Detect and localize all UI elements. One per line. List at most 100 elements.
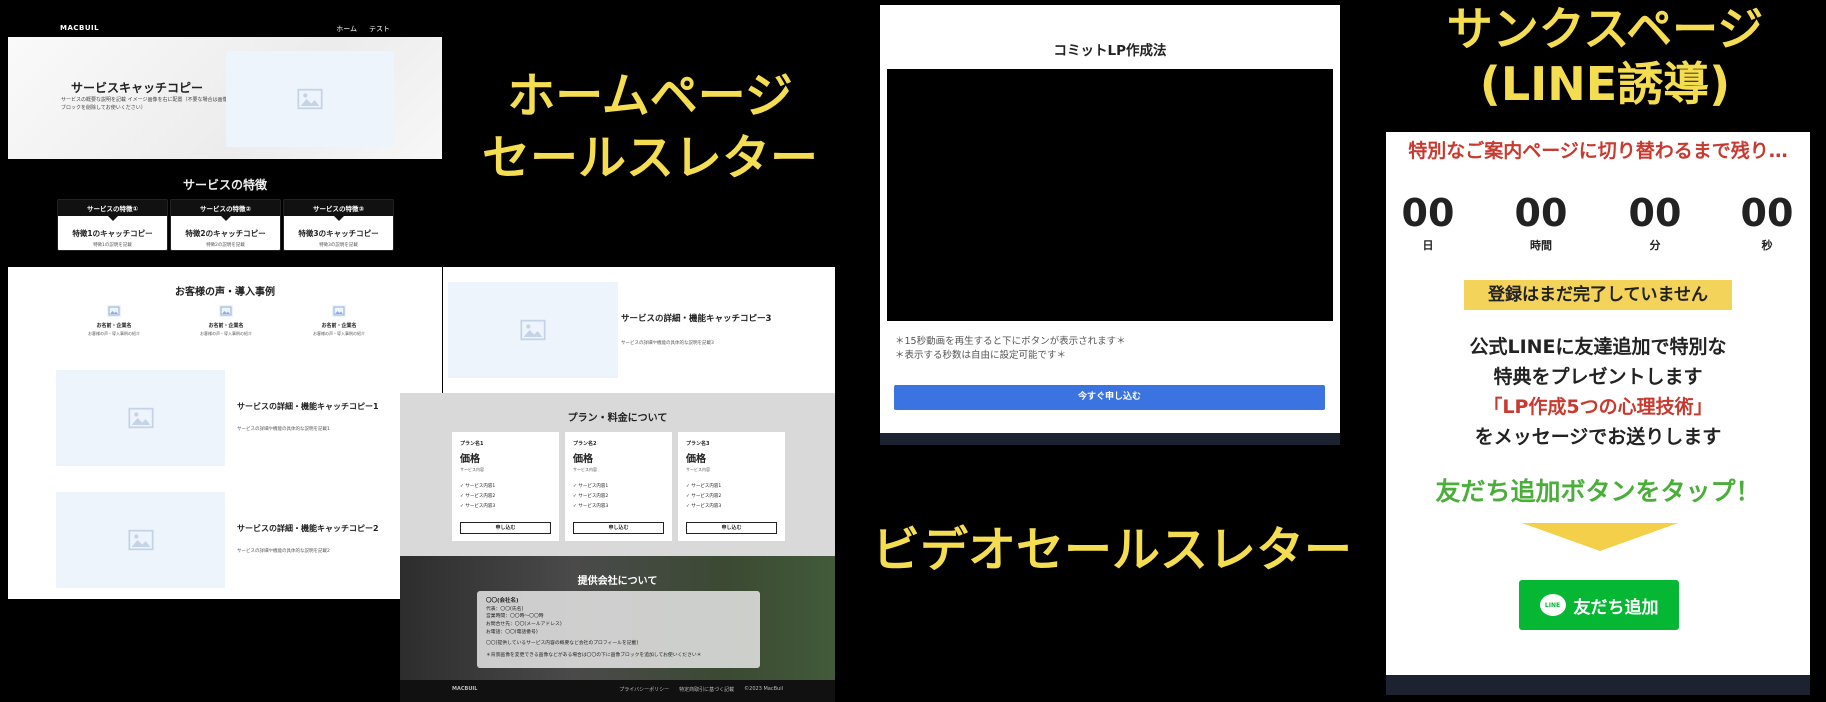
feature-card: サービスの特徴① 特徴1のキャッチコピー 特徴1の説明を記載 [57, 199, 168, 251]
image-icon [127, 529, 154, 551]
detail-title: サービスの詳細・機能キャッチコピー3 [621, 314, 772, 324]
label-line: ホームページ [507, 68, 793, 124]
feature-card-desc: 特徴2の説明を記載 [206, 243, 245, 248]
countdown-minutes: 00 分 [1615, 194, 1695, 253]
plan-name: プラン名1 [460, 441, 484, 447]
message-line: 特典をプレゼントします [1493, 366, 1703, 389]
label-line: セールスレター [481, 130, 818, 187]
site-footer: MACBUIL プライバシーポリシー 特定商取引に基づく記載 ©2023 Mac… [400, 680, 835, 702]
registration-warning: 登録はまだ完了していません [1464, 280, 1732, 310]
plan-card: プラン名2 価格 サービス内容 サービス内容1 サービス内容2 サービス内容3 … [565, 432, 672, 541]
plan-card: プラン名3 価格 サービス内容 サービス内容1 サービス内容2 サービス内容3 … [678, 432, 785, 541]
video-player[interactable] [887, 69, 1333, 321]
plan-apply-button[interactable]: 申し込む [686, 522, 777, 534]
company-line: 代表：〇〇(氏名) [486, 606, 524, 612]
plan-item: サービス内容1 [573, 483, 664, 489]
company-section: 提供会社について 〇〇(会社名) 代表：〇〇(氏名) 営業時間：〇〇時〜〇〇時 … [400, 556, 835, 680]
plan-item: サービス内容1 [686, 483, 777, 489]
image-icon [219, 305, 233, 317]
feature-card-title: 特徴3のキャッチコピー [298, 229, 379, 238]
feature-card: サービスの特徴③ 特徴3のキャッチコピー 特徴3の説明を記載 [283, 199, 394, 251]
company-line: 営業時間：〇〇時〜〇〇時 [486, 614, 544, 620]
plan-card: プラン名1 価格 サービス内容 サービス内容1 サービス内容2 サービス内容3 … [452, 432, 559, 541]
detail-title: サービスの詳細・機能キャッチコピー2 [237, 524, 379, 533]
video-note: ＊15秒動画を再生すると下にボタンが表示されます＊ [895, 336, 1126, 347]
testimonial-desc: お客様の声・導入事例の紹介 [313, 331, 365, 336]
home-logo[interactable]: MACBUIL [60, 24, 99, 32]
line-button-label: 友だち追加 [1573, 597, 1659, 618]
hero-description: サービスの概要な説明を記載 イメージ画像を右に配置（不要な場合は画像ブロックを削… [61, 97, 228, 111]
detail-desc: サービスの詳細や機能の具体的な説明を記載2 [237, 549, 330, 554]
feature-card: サービスの特徴② 特徴2のキャッチコピー 特徴2の説明を記載 [170, 199, 281, 251]
footer-logo[interactable]: MACBUIL [452, 686, 477, 692]
plan-item: サービス内容3 [460, 503, 551, 509]
video-sales-page: コミットLP作成法 ＊15秒動画を再生すると下にボタンが表示されます＊ ＊表示す… [880, 5, 1340, 445]
countdown-seconds: 00 秒 [1727, 194, 1807, 253]
label-line: (LINE誘導) [1479, 57, 1731, 112]
testimonials-title: お客様の声・導入事例 [175, 287, 275, 298]
pricing-section: プラン・料金について プラン名1 価格 サービス内容 サービス内容1 サービス内… [400, 393, 835, 556]
detail-image-placeholder [448, 282, 618, 378]
countdown-days: 00 日 [1388, 194, 1468, 253]
plan-item: サービス内容2 [573, 493, 664, 499]
image-icon [107, 305, 121, 317]
company-info-box: 〇〇(会社名) 代表：〇〇(氏名) 営業時間：〇〇時〜〇〇時 お問合せ先：〇〇(… [477, 591, 760, 668]
plan-apply-button[interactable]: 申し込む [460, 522, 551, 534]
feature-card-header: サービスの特徴② [171, 200, 280, 221]
line-add-friend-button[interactable]: LINE 友だち追加 [1519, 580, 1679, 630]
line-offer-message: 公式LINEに友達追加で特別な 特典をプレゼントします 「LP作成5つの心理技術… [1386, 332, 1810, 452]
detail-row: サービスの詳細・機能キャッチコピー1 サービスの詳細や機能の具体的な説明を記載1 [56, 370, 379, 466]
feature-card-desc: 特徴3の説明を記載 [319, 243, 358, 248]
tap-instruction: 友だち追加ボタンをタップ！ [1435, 477, 1761, 506]
plan-name: プラン名2 [573, 441, 597, 447]
testimonial-item: お名前・企業名 お客様の声・導入事例の紹介 [59, 305, 169, 337]
plan-item: サービス内容2 [686, 493, 777, 499]
company-line: お電話：〇〇(電話番号) [486, 629, 538, 635]
company-note: ＊背景画像を変更できる画像などがある場合は〇〇の下に画像ブロックを追加してお使い… [486, 653, 702, 659]
thanks-page-label: サンクスページ (LINE誘導) [1385, 2, 1825, 112]
company-line: お問合せ先：〇〇(メールアドレス) [486, 622, 562, 628]
plan-item: サービス内容3 [573, 503, 664, 509]
detail-desc: サービスの詳細や機能の具体的な説明を記載1 [237, 427, 330, 432]
plan-price: 価格 [686, 454, 706, 465]
feature-card-header: サービスの特徴① [58, 200, 167, 221]
countdown-heading: 特別なご案内ページに切り替わるまで残り… [1408, 140, 1788, 162]
plan-item: サービス内容2 [460, 493, 551, 499]
footer-legal-link[interactable]: 特定商取引に基づく記載 [679, 686, 734, 693]
video-page-footer [880, 433, 1340, 445]
countdown-unit: 日 [1422, 239, 1434, 252]
down-arrow-icon [1522, 523, 1678, 551]
home-navbar: MACBUIL ホーム テスト [8, 18, 442, 38]
plan-apply-button[interactable]: 申し込む [573, 522, 664, 534]
countdown-value: 00 [1740, 191, 1794, 235]
video-page-title: コミットLP作成法 [1053, 43, 1167, 59]
feature-card-title: 特徴2のキャッチコピー [185, 229, 266, 238]
video-note: ＊表示する秒数は自由に設定可能です＊ [895, 350, 1067, 362]
countdown-hours: 00 時間 [1501, 194, 1581, 253]
nav-test-link[interactable]: テスト [369, 24, 390, 34]
feature-card-title: 特徴1のキャッチコピー [72, 229, 153, 238]
detail-image-placeholder [56, 492, 225, 588]
testimonial-name: お名前・企業名 [321, 323, 357, 329]
detail-title: サービスの詳細・機能キャッチコピー1 [237, 402, 379, 411]
plan-unit: サービス内容 [460, 467, 484, 472]
plan-item: サービス内容3 [686, 503, 777, 509]
feature-card-header: サービスの特徴③ [284, 200, 393, 221]
detail-image-placeholder [56, 370, 225, 466]
testimonial-name: お名前・企業名 [96, 323, 132, 329]
plan-unit: サービス内容 [573, 467, 597, 472]
hero-section: サービスキャッチコピー サービスの概要な説明を記載 イメージ画像を右に配置（不要… [8, 37, 442, 159]
testimonial-desc: お客様の声・導入事例の紹介 [88, 331, 140, 336]
testimonial-name: お名前・企業名 [208, 323, 244, 329]
features-title: サービスの特徴 [182, 178, 267, 192]
footer-privacy-link[interactable]: プライバシーポリシー [619, 686, 669, 693]
image-icon [332, 305, 346, 317]
video-notes: ＊15秒動画を再生すると下にボタンが表示されます＊ ＊表示する秒数は自由に設定可… [895, 335, 1126, 364]
detail-row: サービスの詳細・機能キャッチコピー2 サービスの詳細や機能の具体的な説明を記載2 [56, 492, 379, 588]
apply-now-button[interactable]: 今すぐ申し込む [894, 385, 1325, 410]
plan-item: サービス内容1 [460, 483, 551, 489]
nav-home-link[interactable]: ホーム [336, 24, 357, 34]
message-line: をメッセージでお送りします [1474, 426, 1722, 449]
testimonial-desc: お客様の声・導入事例の紹介 [200, 331, 252, 336]
plan-price: 価格 [573, 454, 593, 465]
